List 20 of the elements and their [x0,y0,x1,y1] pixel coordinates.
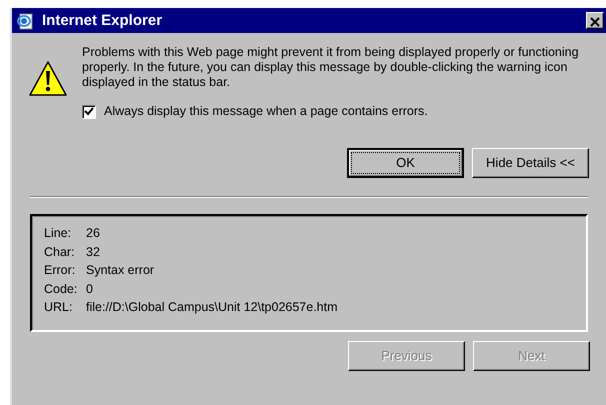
browser-icon [16,12,34,30]
ok-button[interactable]: OK [347,148,464,178]
warning-message: Problems with this Web page might prevent it from being displayed properly or functioning properly. In the future, you can display this message by double-clicking the warning icon displayed in the status bar. [82,45,580,90]
window-title: Internet Explorer [42,12,162,30]
detail-value: 32 [86,244,100,260]
close-icon [590,16,600,27]
detail-value: 26 [86,225,100,242]
always-display-checkbox[interactable]: Always display this message when a page contains errors. [82,104,582,119]
detail-label: Error: [44,262,76,279]
detail-value: 0 [86,280,93,298]
detail-value: Syntax error [86,262,154,279]
detail-label: URL: [44,299,74,316]
detail-label: Char: [44,244,76,260]
hide-details-button[interactable]: Hide Details << [472,148,589,178]
warning-icon [28,59,68,99]
detail-label: Code: [44,280,78,298]
detail-value: file://D:\Global Campus\Unit 12\tp02657e.htm [86,299,338,316]
check-icon [84,107,94,116]
detail-label: Line: [44,225,72,242]
close-button[interactable] [586,12,604,29]
